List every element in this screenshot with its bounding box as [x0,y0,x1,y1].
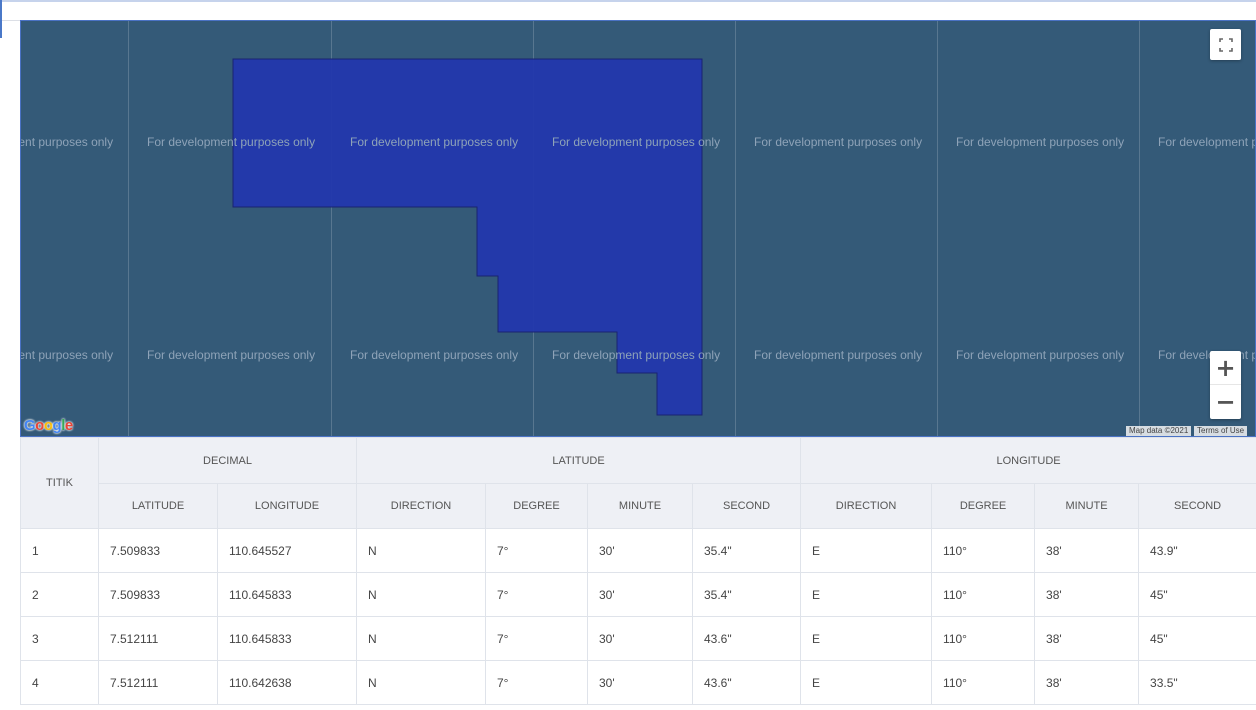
column-header: SECOND [693,484,801,529]
table-cell: 43.9" [1139,529,1256,573]
survey-panel: For development purposes only For develop… [20,20,1256,710]
table-cell: 110.645527 [218,529,357,573]
dev-watermark-text: For development purposes only [956,348,1124,362]
table-cell: E [801,617,932,661]
table-cell: 110.642638 [218,661,357,705]
table-cell: N [357,661,486,705]
logo-letter: o [44,417,53,434]
table-cell: 30' [588,617,693,661]
table-cell: 45" [1139,617,1256,661]
table-cell: 7.512111 [99,661,218,705]
table-cell: 30' [588,573,693,617]
fullscreen-button[interactable] [1210,29,1241,60]
column-header: DIRECTION [357,484,486,529]
table-cell: 2 [21,573,99,617]
map-view[interactable]: For development purposes only For develop… [20,20,1256,437]
table-cell: N [357,529,486,573]
dev-watermark-text: For development purposes only [552,135,720,149]
table-cell: 38' [1035,529,1139,573]
logo-letter: o [35,417,44,434]
column-header: DEGREE [932,484,1035,529]
titik-header: TITIK [21,438,99,529]
dev-watermark-text: For development purposes only [147,135,315,149]
table-cell: 110° [932,661,1035,705]
table-body: 17.509833110.645527N7°30'35.4"E110°38'43… [21,529,1256,705]
terms-of-use-link[interactable]: Terms of Use [1194,426,1247,436]
column-header: DIRECTION [801,484,932,529]
table-cell: 7.509833 [99,573,218,617]
table-row: 17.509833110.645527N7°30'35.4"E110°38'43… [21,529,1256,573]
table-cell: E [801,573,932,617]
table-cell: N [357,573,486,617]
table-cell: 7° [486,573,588,617]
column-header: MINUTE [588,484,693,529]
dev-watermark-text: For development purposes only [350,135,518,149]
table-cell: 1 [21,529,99,573]
column-header: SECOND [1139,484,1256,529]
table-cell: 30' [588,661,693,705]
dev-watermark-text: For development purposes only [754,348,922,362]
logo-letter: g [53,417,62,434]
table-cell: 7.512111 [99,617,218,661]
table-cell: 38' [1035,617,1139,661]
table-row: 27.509833110.645833N7°30'35.4"E110°38'45… [21,573,1256,617]
zoom-control: + − [1210,351,1241,419]
table-cell: E [801,661,932,705]
zoom-out-button[interactable]: − [1210,385,1241,419]
table-cell: 7° [486,661,588,705]
column-header: LONGITUDE [218,484,357,529]
table-cell: 7° [486,617,588,661]
logo-letter: e [65,417,73,434]
table-cell: 110.645833 [218,617,357,661]
latitude-group-header: LATITUDE [357,438,801,484]
top-border-strip [0,0,1256,21]
table-cell: 43.6" [693,661,801,705]
table-cell: 43.6" [693,617,801,661]
parcel-polygon[interactable] [21,21,1256,437]
table-cell: 110° [932,529,1035,573]
column-header: MINUTE [1035,484,1139,529]
dev-watermark-text: For development purposes only [1158,135,1256,149]
dev-watermark-text: For development purposes only [147,348,315,362]
dev-watermark-text: For development purposes only [754,135,922,149]
dev-watermark-text: For development purposes only [20,135,113,149]
dev-watermark-text: For development purposes only [1158,348,1256,362]
table-cell: 45" [1139,573,1256,617]
logo-letter: G [24,417,35,434]
dev-watermark-text: For development purposes only [956,135,1124,149]
column-header: DEGREE [486,484,588,529]
table-cell: 4 [21,661,99,705]
fullscreen-icon [1219,38,1233,52]
table-row: 47.512111110.642638N7°30'43.6"E110°38'33… [21,661,1256,705]
table-row: 37.512111110.645833N7°30'43.6"E110°38'45… [21,617,1256,661]
zoom-in-button[interactable]: + [1210,351,1241,385]
table-cell: 35.4" [693,529,801,573]
dev-watermark-text: For development purposes only [552,348,720,362]
table-cell: 110° [932,573,1035,617]
table-cell: 38' [1035,661,1139,705]
table-cell: E [801,529,932,573]
longitude-group-header: LONGITUDE [801,438,1256,484]
table-cell: 110° [932,617,1035,661]
table-cell: 3 [21,617,99,661]
table-cell: 35.4" [693,573,801,617]
table-cell: 7° [486,529,588,573]
google-logo[interactable]: Google [24,417,73,434]
table-cell: 110.645833 [218,573,357,617]
table-cell: 7.509833 [99,529,218,573]
dev-watermark-text: For development purposes only [20,348,113,362]
decimal-group-header: DECIMAL [99,438,357,484]
table-cell: 38' [1035,573,1139,617]
dev-watermark-text: For development purposes only [350,348,518,362]
table-cell: 33.5" [1139,661,1256,705]
table-cell: 30' [588,529,693,573]
column-header: LATITUDE [99,484,218,529]
table-cell: N [357,617,486,661]
coordinates-table: TITIK DECIMAL LATITUDE LONGITUDE LATITUD… [20,437,1256,705]
map-attribution: Map data ©2021 [1126,426,1191,436]
